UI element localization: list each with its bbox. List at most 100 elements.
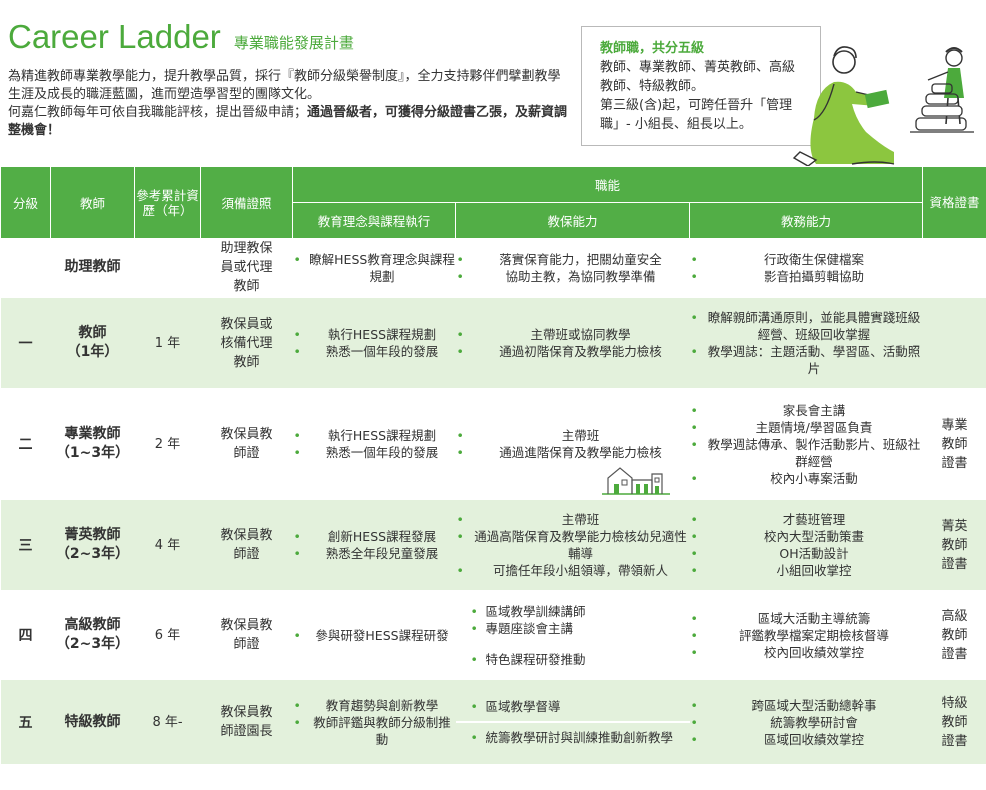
role-name: 教師 (78, 325, 107, 341)
certificate-cell: 高級教師證書 (922, 591, 986, 680)
grade-cell: 五 (0, 679, 51, 766)
certificate-cell (922, 297, 986, 390)
edu-philosophy-cell: 執行HESS課程規劃熟悉一個年段的發展 (292, 389, 456, 500)
info-box-line-2: 第三級(含)起，可跨任晉升「管理職」- 小組長、組長以上。 (600, 98, 793, 132)
care-ability-cell: 區域教學訓練講師專題座談會主講特色課程研發推動 (455, 591, 690, 680)
header-grade: 分級 (0, 166, 51, 239)
page-title: Career Ladder 專業職能發展計畫 (8, 18, 354, 56)
title-chinese: 專業職能發展計畫 (233, 34, 354, 52)
table-row: 助理教師 助理教保員或代理教師瞭解HESS教育理念與課程規劃落實保育能力，把關幼童… (0, 238, 986, 298)
bullet-list: 跨區域大型活動總幹事統籌教學研討會區域回收績效掌控 (690, 697, 923, 748)
care-ability-primary: 區域教學督導 (455, 692, 690, 723)
bullet-list: 主帶班或協同教學通過初階保育及教學能力檢核 (456, 326, 690, 360)
bullet-item: 熟悉一個年段的發展 (293, 343, 456, 360)
affairs-ability-cell: 行政衛生保健檔案影音拍攝剪輯協助 (689, 238, 923, 298)
role-cell: 教師 （1年） (50, 297, 135, 390)
bullet-list: 才藝班管理校內大型活動策畫OH活動設計小組回收掌控 (690, 511, 923, 579)
bullet-item: 校內回收績效掌控 (690, 644, 923, 661)
bullet-item: 教育趨勢與創新教學 (293, 697, 456, 714)
role-name: 專業教師 (64, 426, 121, 442)
care-ability-secondary: 統籌教學研討與訓練推動創新教學 (456, 723, 690, 752)
care-ability-cell: 區域教學督導統籌教學研討與訓練推動創新教學 (455, 679, 690, 766)
care-ability-secondary: 特色課程研發推動 (456, 645, 690, 674)
bullet-item: 區域教學督導 (470, 698, 680, 715)
care-ability-cell: 落實保育能力，把關幼童安全協助主教，為協同教學準備 (455, 238, 690, 298)
role-cell: 特級教師 (50, 679, 135, 766)
license-cell: 教保員教師證 (200, 591, 293, 680)
bullet-list: 執行HESS課程規劃熟悉一個年段的發展 (293, 326, 456, 360)
header-competency: 職能 (292, 166, 923, 203)
bullet-list: 特色課程研發推動 (470, 651, 680, 668)
bullet-item: 教學週誌：主題活動、學習區、活動照片 (690, 343, 923, 377)
edu-philosophy-cell: 執行HESS課程規劃熟悉一個年段的發展 (292, 297, 456, 390)
edu-philosophy-cell: 創新HESS課程發展熟悉全年段兒童發展 (292, 499, 456, 592)
bullet-list: 參與研發HESS課程研發 (293, 627, 456, 644)
bullet-item: 家長會主講 (690, 402, 923, 419)
years-cell: 1 年 (134, 297, 201, 390)
bullet-list: 執行HESS課程規劃熟悉一個年段的發展 (293, 427, 456, 461)
years-cell: 2 年 (134, 389, 201, 500)
header-teacher: 教師 (50, 166, 135, 239)
bullet-item: 才藝班管理 (690, 511, 923, 528)
bullet-list: 主帶班通過高階保育及教學能力檢核幼兒適性輔導可擔任年段小組領導，帶領新人 (456, 511, 690, 579)
edu-philosophy-cell: 瞭解HESS教育理念與課程規劃 (292, 238, 456, 298)
certificate-cell: 專業教師證書 (922, 389, 986, 500)
bullet-list: 瞭解親師溝通原則，並能具體實踐班級經營、班級回收掌握教學週誌：主題活動、學習區、… (690, 309, 923, 377)
info-box-title: 教師職，共分五級 (600, 41, 705, 56)
bullet-list: 教育趨勢與創新教學教師評鑑與教師分級制推動 (293, 697, 456, 748)
bullet-item: 區域大活動主導統籌 (690, 610, 923, 627)
certificate-cell (922, 238, 986, 298)
bullet-item: 熟悉一個年段的發展 (293, 444, 456, 461)
info-box-line-1: 教師、專業教師、菁英教師、高級教師、特級教師。 (600, 60, 796, 94)
care-ability-cell: 主帶班或協同教學通過初階保育及教學能力檢核 (455, 297, 690, 390)
grade-cell: 三 (0, 499, 51, 592)
license-cell: 教保員或核備代理教師 (200, 297, 293, 390)
intro-paragraph-2-text: 何嘉仁教師每年可依自我職能評核，提出晉級申請； (8, 105, 308, 120)
bullet-item: 瞭解親師溝通原則，並能具體實踐班級經營、班級回收掌握 (690, 309, 923, 343)
bullet-list: 區域教學訓練講師專題座談會主講 (470, 603, 680, 637)
years-cell: 8 年- (134, 679, 201, 766)
teacher-child-illustration (792, 46, 974, 167)
table-row: 三菁英教師 （2~3年）4 年教保員教師證創新HESS課程發展熟悉全年段兒童發展主… (0, 499, 986, 592)
bullet-item: 主帶班 (456, 427, 690, 444)
bullet-list: 瞭解HESS教育理念與課程規劃 (293, 251, 456, 285)
bullet-item: 瞭解HESS教育理念與課程規劃 (293, 251, 456, 285)
affairs-ability-cell: 家長會主講主題情境/學習區負責教學週誌傳承、製作活動影片、班級社群經營校內小專案… (689, 389, 923, 500)
license-cell: 教保員教師證 (200, 499, 293, 592)
table-row: 五特級教師 8 年-教保員教師證園長教育趨勢與創新教學教師評鑑與教師分級制推動區域… (0, 679, 986, 766)
affairs-ability-cell: 區域大活動主導統籌評鑑教學檔案定期檢核督導校內回收績效掌控 (689, 591, 923, 680)
grade-cell (0, 238, 51, 298)
bullet-list: 行政衛生保健檔案影音拍攝剪輯協助 (690, 251, 923, 285)
role-duration: （2~3年） (55, 546, 130, 562)
bullet-item: 校內大型活動策畫 (690, 528, 923, 545)
bullet-item: 通過高階保育及教學能力檢核幼兒適性輔導 (456, 528, 690, 562)
certificate-cell: 菁英教師證書 (922, 499, 986, 592)
care-ability-cell: 主帶班通過高階保育及教學能力檢核幼兒適性輔導可擔任年段小組領導，帶領新人 (455, 499, 690, 592)
intro-paragraph-2: 何嘉仁教師每年可依自我職能評核，提出晉級申請；通過晉級者，可獲得分級證書乙張，及… (8, 104, 568, 140)
role-duration: （2~3年） (55, 636, 130, 652)
bullet-item: 跨區域大型活動總幹事 (690, 697, 923, 714)
role-name: 助理教師 (64, 259, 121, 275)
bullet-item: OH活動設計 (690, 545, 923, 562)
role-cell: 專業教師 （1~3年） (50, 389, 135, 500)
license-cell: 教保員教師證園長 (200, 679, 293, 766)
table-row: 一 教師 （1年） 1 年教保員或核備代理教師執行HESS課程規劃熟悉一個年段的發展主… (0, 297, 986, 390)
years-cell: 4 年 (134, 499, 201, 592)
years-cell (134, 238, 201, 298)
bullet-item: 區域教學訓練講師 (470, 603, 680, 620)
care-ability-primary: 區域教學訓練講師專題座談會主講 (455, 597, 690, 645)
bullet-item: 評鑑教學檔案定期檢核督導 (690, 627, 923, 644)
title-english: Career Ladder (8, 18, 221, 55)
bullet-item: 統籌教學研討會 (690, 714, 923, 731)
bullet-item: 教學週誌傳承、製作活動影片、班級社群經營 (690, 436, 923, 470)
edu-philosophy-cell: 參與研發HESS課程研發 (292, 591, 456, 680)
career-ladder-table: 分級 教師 參考累計資歷（年） 須備證照 職能 資格證書 教育理念與課程執行 教… (0, 166, 986, 766)
bullet-item: 小組回收掌控 (690, 562, 923, 579)
grade-cell: 二 (0, 389, 51, 500)
grade-cell: 四 (0, 591, 51, 680)
bullet-item: 統籌教學研討與訓練推動創新教學 (470, 729, 680, 746)
certificate-cell: 特級教師證書 (922, 679, 986, 766)
bullet-list: 統籌教學研討與訓練推動創新教學 (470, 729, 680, 746)
bullet-item: 主帶班或協同教學 (456, 326, 690, 343)
bullet-item: 熟悉全年段兒童發展 (293, 545, 456, 562)
